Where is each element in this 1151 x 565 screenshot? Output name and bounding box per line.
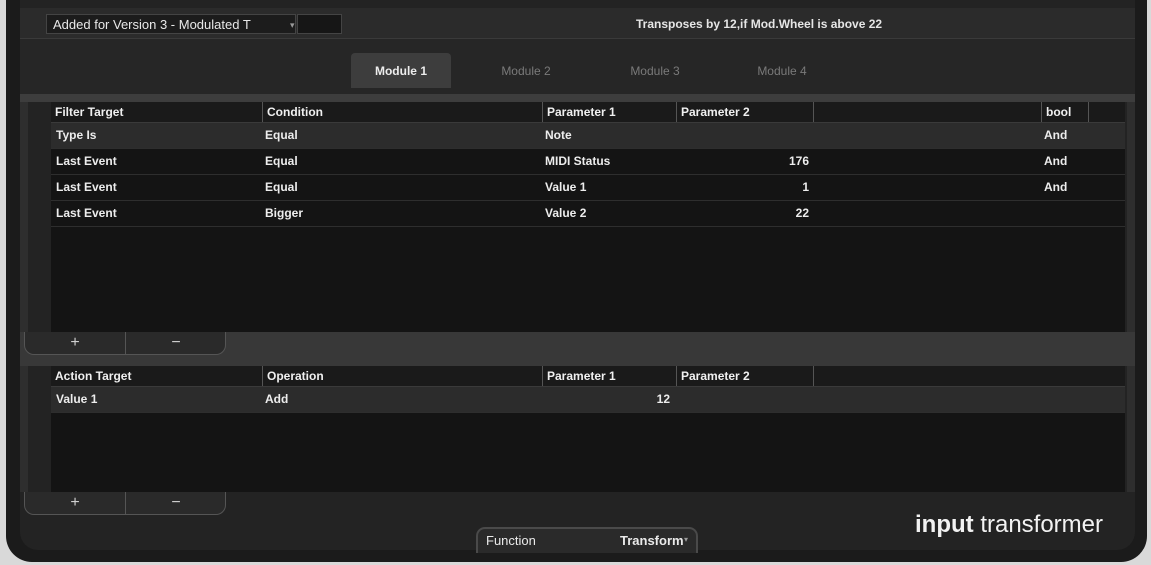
function-selector[interactable]: Function Transform ▾	[476, 527, 698, 553]
chevron-down-icon: ▾	[290, 20, 295, 30]
filter-target-cell[interactable]: Last Event	[56, 149, 117, 174]
condition-cell[interactable]: Equal	[265, 175, 298, 200]
input-transformer-window: Added for Version 3 - Modulated T ▾ Tran…	[6, 0, 1147, 562]
parameter-2-cell[interactable]: 1	[679, 175, 809, 200]
tab-module-4[interactable]: Module 4	[732, 53, 832, 88]
column-header[interactable]: Filter Target	[51, 102, 262, 122]
parameter-1-cell[interactable]: Note	[545, 123, 572, 148]
side-strip	[20, 366, 28, 492]
parameter-1-cell[interactable]: Value 2	[545, 201, 586, 226]
operation-cell[interactable]: Add	[265, 387, 288, 412]
module-tabs: Module 1 Module 2 Module 3 Module 4	[20, 39, 1135, 94]
parameter-1-cell[interactable]: Value 1	[545, 175, 586, 200]
window-body: Added for Version 3 - Modulated T ▾ Tran…	[20, 0, 1135, 553]
condition-cell[interactable]: Equal	[265, 149, 298, 174]
preset-bar: Added for Version 3 - Modulated T ▾ Tran…	[20, 8, 1135, 39]
remove-filter-button[interactable]: −	[131, 332, 221, 354]
filter-table: Filter Target Condition Parameter 1 Para…	[51, 102, 1125, 332]
bool-cell[interactable]: And	[1044, 175, 1067, 200]
side-strip	[20, 102, 28, 332]
parameter-2-cell[interactable]	[679, 123, 809, 148]
app-frame: Added for Version 3 - Modulated T ▾ Tran…	[0, 0, 1151, 565]
action-table: Action Target Operation Parameter 1 Para…	[51, 366, 1125, 492]
column-header	[813, 102, 1041, 122]
action-button-group: + −	[24, 492, 226, 515]
column-header[interactable]: Operation	[262, 366, 542, 386]
condition-cell[interactable]: Equal	[265, 123, 298, 148]
tab-module-3[interactable]: Module 3	[605, 53, 705, 88]
tab-module-2[interactable]: Module 2	[476, 53, 576, 88]
filter-target-cell[interactable]: Last Event	[56, 175, 117, 200]
divider	[20, 94, 1135, 102]
chevron-down-icon: ▾	[684, 535, 689, 544]
column-header[interactable]: Condition	[262, 102, 542, 122]
side-strip	[1127, 366, 1135, 492]
column-header[interactable]: Parameter 2	[676, 102, 813, 122]
filter-target-cell[interactable]: Last Event	[56, 201, 117, 226]
brand-bold: input	[915, 511, 974, 538]
add-filter-button[interactable]: +	[30, 332, 120, 354]
table-row[interactable]: Type Is Equal Note And	[51, 123, 1125, 149]
column-header[interactable]: Parameter 1	[542, 102, 676, 122]
brand-light: transformer	[980, 511, 1104, 538]
remove-action-button[interactable]: −	[131, 492, 221, 514]
table-row[interactable]: Last Event Bigger Value 2 22	[51, 201, 1125, 227]
add-action-button[interactable]: +	[30, 492, 120, 514]
condition-cell[interactable]: Bigger	[265, 201, 303, 226]
preset-description: Transposes by 12,if Mod.Wheel is above 2…	[636, 17, 883, 31]
table-row[interactable]: Value 1 Add 12	[51, 387, 1125, 413]
column-header	[1088, 102, 1125, 122]
filter-toolbar: + −	[20, 332, 1135, 366]
column-header[interactable]: Parameter 2	[676, 366, 813, 386]
column-header[interactable]: bool	[1041, 102, 1088, 122]
table-row[interactable]: Last Event Equal Value 1 1 And	[51, 175, 1125, 201]
preset-name: Added for Version 3 - Modulated T	[53, 17, 251, 32]
bool-cell[interactable]: And	[1044, 149, 1067, 174]
column-header	[813, 366, 1125, 386]
filter-table-header: Filter Target Condition Parameter 1 Para…	[51, 102, 1125, 123]
filter-target-cell[interactable]: Type Is	[56, 123, 96, 148]
preset-store-field[interactable]	[297, 14, 342, 34]
filter-button-group: + −	[24, 332, 226, 355]
table-row[interactable]: Last Event Equal MIDI Status 176 And	[51, 149, 1125, 175]
preset-dropdown[interactable]: Added for Version 3 - Modulated T ▾	[46, 14, 296, 34]
divider	[125, 332, 126, 354]
function-value[interactable]: Transform	[620, 533, 684, 548]
divider	[125, 492, 126, 514]
parameter-1-cell[interactable]: 12	[545, 387, 670, 412]
function-label: Function	[486, 533, 536, 548]
parameter-2-cell[interactable]: 22	[679, 201, 809, 226]
side-strip	[1127, 102, 1135, 332]
column-header[interactable]: Action Target	[51, 366, 262, 386]
column-header[interactable]: Parameter 1	[542, 366, 676, 386]
brand-logo: input transformer	[915, 511, 1103, 539]
action-target-cell[interactable]: Value 1	[56, 387, 97, 412]
parameter-1-cell[interactable]: MIDI Status	[545, 149, 610, 174]
tab-module-1[interactable]: Module 1	[351, 53, 451, 88]
action-table-header: Action Target Operation Parameter 1 Para…	[51, 366, 1125, 387]
parameter-2-cell[interactable]: 176	[679, 149, 809, 174]
bool-cell[interactable]: And	[1044, 123, 1067, 148]
